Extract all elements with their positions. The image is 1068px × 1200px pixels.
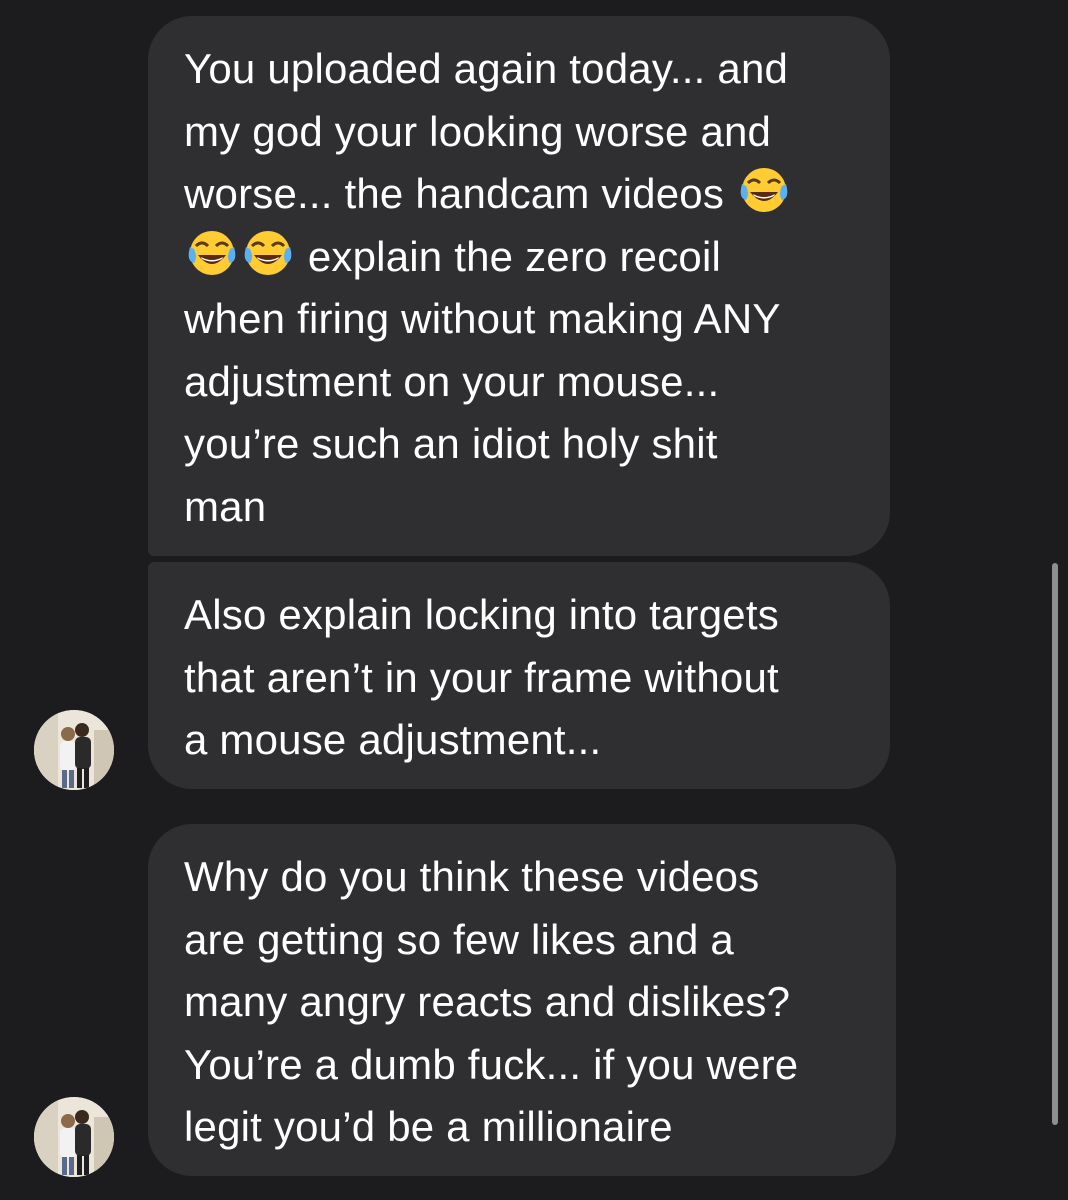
message-text: Why do you think these videos are gettin… xyxy=(184,853,799,1150)
sender-avatar[interactable] xyxy=(34,710,114,790)
avatar-photo-icon xyxy=(34,1097,114,1177)
face-with-tears-of-joy-icon xyxy=(188,230,236,275)
face-with-tears-of-joy-icon xyxy=(740,168,788,212)
face-with-tears-of-joy-icon xyxy=(244,230,292,275)
message-text: You uploaded again today... and my god y… xyxy=(184,45,789,217)
scrollbar[interactable] xyxy=(1052,563,1058,1125)
message-bubble-3[interactable]: Why do you think these videos are gettin… xyxy=(148,824,896,1176)
avatar-photo-icon xyxy=(34,710,114,790)
message-bubble-2[interactable]: Also explain locking into targets that a… xyxy=(148,562,890,789)
sender-avatar[interactable] xyxy=(34,1097,114,1177)
message-bubble-1[interactable]: You uploaded again today... and my god y… xyxy=(148,16,890,556)
message-thread: You uploaded again today... and my god y… xyxy=(0,0,1068,1200)
message-text: Also explain locking into targets that a… xyxy=(184,591,779,763)
